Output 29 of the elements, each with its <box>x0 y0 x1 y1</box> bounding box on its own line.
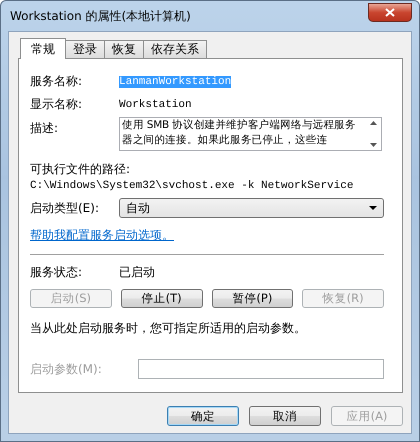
note-text: 当从此处启动服务时，您可指定所适用的启动参数。 <box>30 320 307 337</box>
field-label: 可执行文件的路径: <box>30 161 132 178</box>
close-button[interactable] <box>368 2 412 22</box>
tab[interactable]: 登录 <box>65 40 105 58</box>
display-name-value: Workstation <box>119 98 192 110</box>
dropdown-arrow-icon <box>369 206 377 210</box>
field-label: 描述: <box>30 120 60 137</box>
field-label: 服务状态: <box>30 264 84 281</box>
tab[interactable]: 依存关系 <box>143 40 207 58</box>
service-button[interactable]: 停止(T) <box>120 289 202 308</box>
service-button[interactable]: 暂停(P) <box>212 289 294 308</box>
scroll-down-icon[interactable] <box>370 143 376 147</box>
tab[interactable]: 常规 <box>20 38 66 59</box>
field-label: 服务名称: <box>30 73 84 90</box>
window-title: Workstation 的属性(本地计算机) <box>9 8 191 24</box>
field-label: 启动参数(M): <box>30 360 103 378</box>
scroll-up-icon[interactable] <box>370 121 376 125</box>
field-label: 启动类型(E): <box>30 200 100 216</box>
dialog-button[interactable]: 取消 <box>249 406 321 426</box>
field-label: 显示名称: <box>30 96 84 113</box>
startup-type-dropdown[interactable]: 自动 <box>119 198 384 218</box>
help-link[interactable]: 帮助我配置服务启动选项。 <box>30 228 174 242</box>
status-value: 已启动 <box>119 264 155 281</box>
close-icon <box>385 8 395 16</box>
dialog-button[interactable]: 确定 <box>167 406 239 426</box>
tab[interactable]: 恢复 <box>104 40 144 58</box>
service-name-value: LanmanWorkstation <box>119 76 232 88</box>
path-value: C:\Windows\System32\svchost.exe -k NetworkService <box>30 180 354 192</box>
description-box[interactable]: 使用 SMB 协议创建并维护客户端网络与远程服务器之间的连接。如果此服务已停止，这些连 <box>119 117 382 151</box>
